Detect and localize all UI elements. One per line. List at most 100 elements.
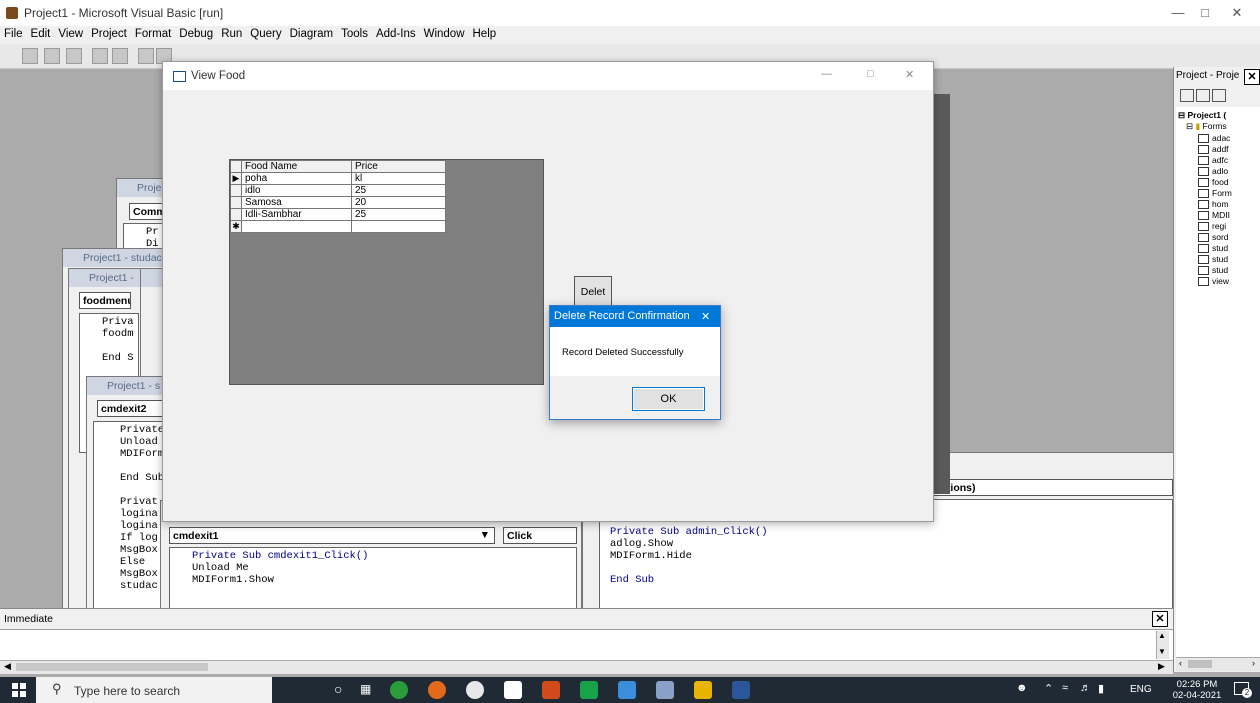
table-row[interactable]: Idli-Sambhar 25 [230,208,446,221]
cell-price[interactable]: kl [351,172,446,185]
scroll-left-icon[interactable]: ‹ [1179,658,1182,668]
cell-food-name[interactable]: poha [241,172,352,185]
minimize-button[interactable]: — [1163,4,1193,22]
delete-button[interactable]: Delet [574,276,612,308]
tree-item[interactable]: stud [1198,254,1228,265]
code-window-4[interactable]: Project1 - s cmdexit2 Private Unload MDIFo… [86,376,168,610]
chrome-icon[interactable] [390,681,408,699]
language-indicator[interactable]: ENG [1130,684,1152,695]
tree-item[interactable]: hom [1198,199,1229,210]
menu-file[interactable]: File [0,26,27,42]
procedure-combo[interactable]: Click [503,527,577,544]
cell-price[interactable]: 20 [351,196,446,209]
menu-tools[interactable]: Tools [337,26,372,42]
menu-edit[interactable]: Edit [27,26,55,42]
file-explorer-icon[interactable] [694,681,712,699]
vb-taskbar-icon[interactable] [618,681,636,699]
people-icon[interactable]: ☻ [1016,682,1028,694]
tree-item[interactable]: MDII [1198,210,1230,221]
menu-project[interactable]: Project [87,26,131,42]
tree-item[interactable]: sord [1198,232,1229,243]
horizontal-scrollbar[interactable]: ◀ ▶ [0,660,1173,674]
cell-food-name[interactable]: idlo [241,184,352,197]
table-row[interactable]: ▶ poha kl [230,172,446,185]
close-button[interactable]: ✕ [1222,4,1252,22]
tree-item[interactable]: view [1198,276,1229,287]
cell-price[interactable]: 25 [351,208,446,221]
cell-food-name[interactable]: Idli-Sambhar [241,208,352,221]
notifications-icon[interactable]: 2 [1234,682,1252,698]
tree-item[interactable]: adac [1198,133,1230,144]
code-editor[interactable]: Private Unload MDIForm End Sub Privat login… [93,421,167,609]
view-food-window[interactable]: View Food — □ ✕ Food Name Price ▶ poha k… [162,61,934,522]
clock[interactable]: 02:26 PM 02-04-2021 [1172,679,1222,701]
open-icon[interactable] [92,48,108,64]
menu-debug[interactable]: Debug [175,26,217,42]
cell-price[interactable] [351,220,446,233]
windows-start-icon[interactable] [12,683,26,697]
menu-view[interactable]: View [54,26,87,42]
firefox-icon[interactable] [428,681,446,699]
menu-query[interactable]: Query [246,26,285,42]
column-header-food-name[interactable]: Food Name [241,160,352,173]
ok-button[interactable]: OK [632,387,705,411]
tree-item[interactable]: addf [1198,144,1229,155]
tree-item[interactable]: stud [1198,265,1228,276]
vertical-scrollbar[interactable]: ▲ ▼ [1156,631,1169,659]
table-row[interactable]: Samosa 20 [230,196,446,209]
scroll-up-icon[interactable]: ▲ [1158,631,1166,640]
maximize-button[interactable]: □ [1190,4,1220,22]
view-code-icon[interactable] [1180,89,1194,102]
view-object-icon[interactable] [1196,89,1210,102]
volume-icon[interactable]: ♬ [1080,682,1091,694]
battery-icon[interactable]: ▮ [1098,682,1104,695]
food-datagrid[interactable]: Food Name Price ▶ poha kl idlo 25 Samosa… [229,159,544,385]
scroll-right-icon[interactable]: ▶ [1158,661,1165,672]
project-tree[interactable]: ⊟ Project1 ( ⊟ ▮ Forms adac addf adfc ad… [1176,107,1260,667]
toggle-folders-icon[interactable] [1212,89,1226,102]
close-button[interactable]: ✕ [905,68,914,81]
tree-item[interactable]: Form [1198,188,1232,199]
task-view-icon[interactable]: ▦ [360,682,371,696]
office-icon[interactable] [542,681,560,699]
word-icon[interactable] [732,681,750,699]
object-combo[interactable]: cmdexit2 [97,400,167,417]
pycharm-icon[interactable] [580,681,598,699]
cut-icon[interactable] [138,48,154,64]
close-icon[interactable]: ✕ [701,310,710,323]
tree-item[interactable]: food [1198,177,1229,188]
add-project-icon[interactable] [22,48,38,64]
project-explorer[interactable]: Project - Proje ✕ ⊟ Project1 ( ⊟ ▮ Forms… [1173,67,1260,672]
add-form-icon[interactable] [44,48,60,64]
column-header-price[interactable]: Price [351,160,446,173]
menu-format[interactable]: Format [131,26,175,42]
new-row[interactable]: ✱ [230,220,446,233]
menu-help[interactable]: Help [469,26,501,42]
cell-food-name[interactable] [241,220,352,233]
delete-confirmation-dialog[interactable]: Delete Record Confirmation ✕ Record Dele… [549,305,721,420]
minimize-button[interactable]: — [821,68,832,80]
menu-run[interactable]: Run [217,26,246,42]
maximize-button[interactable]: □ [867,68,874,80]
tool-icon[interactable] [656,681,674,699]
scroll-down-icon[interactable]: ▼ [1158,647,1166,656]
menu-editor-icon[interactable] [66,48,82,64]
tree-item[interactable]: regi [1198,221,1226,232]
horizontal-scrollbar[interactable]: ‹ › [1176,657,1260,671]
mail-icon[interactable] [504,681,522,699]
scroll-right-icon[interactable]: › [1252,658,1255,668]
menu-add-ins[interactable]: Add-Ins [372,26,420,42]
show-hidden-icons-icon[interactable]: ⌃ [1044,682,1053,695]
save-icon[interactable] [112,48,128,64]
menu-window[interactable]: Window [420,26,469,42]
immediate-window[interactable]: Immediate ✕ ▲ ▼ ◀ ▶ [0,608,1173,674]
tree-item[interactable]: stud [1198,243,1228,254]
tree-project-root[interactable]: ⊟ Project1 ( [1178,110,1226,121]
tree-folder-forms[interactable]: ⊟ ▮ Forms [1186,121,1227,132]
procedure-combo[interactable]: rations) [933,479,1173,496]
scroll-left-icon[interactable]: ◀ [4,661,11,672]
slack-icon[interactable] [466,681,484,699]
table-row[interactable]: idlo 25 [230,184,446,197]
dropdown-arrow-icon[interactable]: ▼ [480,529,490,541]
close-icon[interactable]: ✕ [1244,69,1260,85]
